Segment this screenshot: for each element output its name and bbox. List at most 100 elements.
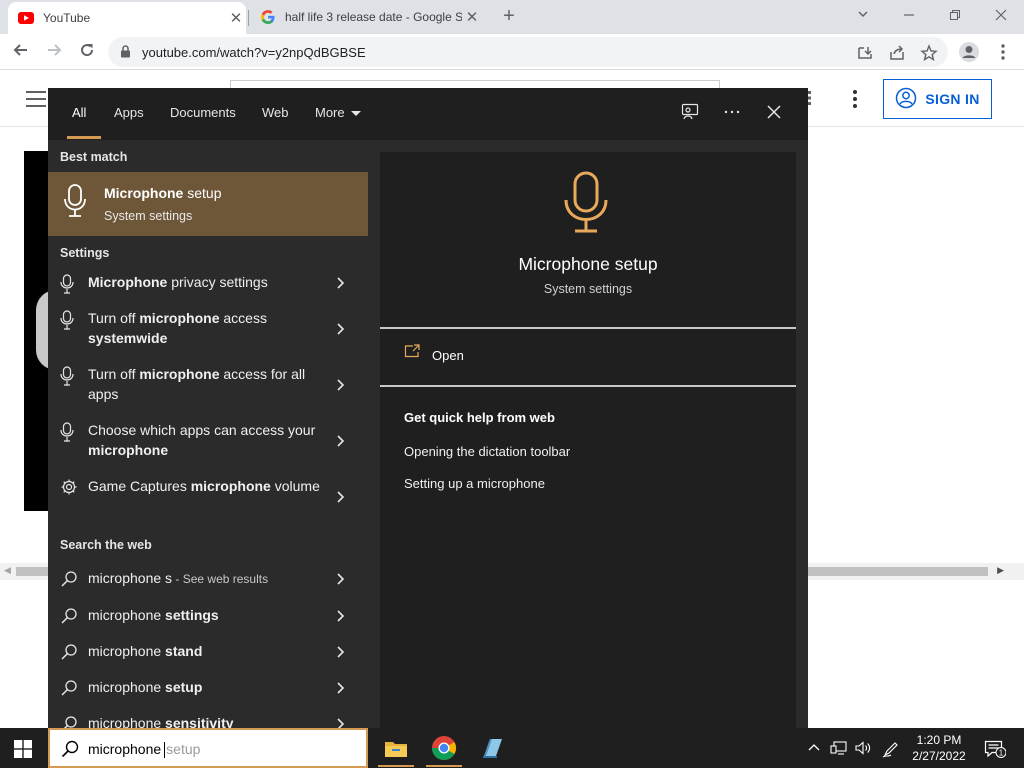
tab-search-icon[interactable] [848,4,878,28]
chevron-right-icon[interactable] [336,645,346,659]
restore-button[interactable] [940,4,970,28]
settings-result-label: Game Captures microphone volume [88,478,320,494]
chevron-right-icon[interactable] [336,276,346,290]
search-filter-tabs: All Apps Documents Web More [48,88,808,140]
feedback-icon[interactable] [680,102,704,126]
web-search-suggestion[interactable]: microphone sensitivity [48,713,368,728]
microphone-icon [562,170,610,241]
results-list: Best match Microphone setup System setti… [48,140,368,728]
tab-all[interactable]: All [72,105,86,120]
tab-youtube[interactable]: YouTube ✕ [8,2,246,34]
web-search-suggestion[interactable]: microphone settings [48,605,368,629]
chevron-right-icon[interactable] [336,717,346,728]
reload-button[interactable] [76,41,98,63]
web-suggestion-label: microphone setup [88,679,203,695]
close-panel-icon[interactable] [764,102,788,126]
account-circle-icon [895,87,917,112]
tab-apps[interactable]: Apps [114,105,144,120]
lock-icon[interactable] [120,45,131,63]
tab-google[interactable]: half life 3 release date - Google S ✕ [250,0,482,34]
best-match-header: Best match [60,150,128,164]
web-search-suggestion[interactable]: microphone s - See web results [48,568,368,592]
close-window-button[interactable] [986,4,1016,28]
chevron-right-icon[interactable] [336,322,346,336]
open-label: Open [432,348,464,363]
preview-title: Microphone setup [518,254,658,274]
share-icon[interactable] [888,44,906,62]
settings-result-item[interactable]: Turn off microphone access for all apps [48,364,368,408]
profile-avatar-icon[interactable] [958,41,980,63]
divider [380,385,796,387]
windows-search-panel: All Apps Documents Web More Best match M… [48,88,808,728]
network-icon[interactable] [830,740,847,756]
best-match-subtitle: System settings [104,209,193,223]
microphone-icon [60,310,76,330]
file-explorer-icon[interactable] [378,734,414,767]
chevron-right-icon[interactable] [336,434,346,448]
search-icon [60,715,77,728]
web-search-suggestion[interactable]: microphone setup [48,677,368,701]
chevron-right-icon[interactable] [336,681,346,695]
settings-result-item[interactable]: Choose which apps can access your microp… [48,420,368,464]
tab-more[interactable]: More [315,105,361,120]
preview-pane: Microphone setup System settings Open Ge… [380,152,796,728]
taskbar-search-input[interactable]: microphone setup [48,728,368,768]
chevron-right-icon[interactable] [336,378,346,392]
url-text: youtube.com/watch?v=y2npQdBGBSE [142,45,366,60]
tab-documents[interactable]: Documents [170,105,236,120]
system-clock[interactable]: 1:20 PM 2/27/2022 [908,732,970,764]
web-suggestion-label: microphone s - See web results [88,570,269,586]
app-icon[interactable] [478,734,506,762]
open-window-icon [404,344,420,361]
bookmark-star-icon[interactable] [920,44,938,62]
chevron-right-icon[interactable] [336,490,346,504]
best-match-item[interactable]: Microphone setup System settings [48,172,368,236]
search-web-header: Search the web [60,538,152,552]
gear-icon [60,478,77,498]
search-icon [60,570,77,590]
browser-toolbar: youtube.com/watch?v=y2npQdBGBSE [0,34,1024,70]
youtube-menu-icon[interactable] [26,91,46,112]
divider [380,327,796,329]
youtube-settings-dots-icon[interactable] [846,86,864,112]
clock-date: 2/27/2022 [912,749,966,763]
close-tab-icon[interactable]: ✕ [226,9,246,27]
settings-result-label: Turn off microphone access for all apps [88,366,306,402]
tab-web[interactable]: Web [262,105,289,120]
browser-menu-icon[interactable] [992,41,1014,63]
notification-count: 1 [999,749,1004,758]
chrome-icon[interactable] [426,734,462,767]
forward-button[interactable] [43,41,65,63]
best-match-title: Microphone setup [104,185,222,201]
chevron-down-icon [350,111,361,117]
search-icon [60,739,80,764]
settings-result-item[interactable]: Turn off microphone access systemwide [48,308,368,352]
chevron-right-icon[interactable] [336,609,346,623]
address-bar[interactable]: youtube.com/watch?v=y2npQdBGBSE [108,37,948,67]
new-tab-button[interactable]: + [498,6,520,28]
help-link-dictation[interactable]: Opening the dictation toolbar [404,444,570,459]
running-indicator [378,765,414,767]
close-tab-icon[interactable]: ✕ [462,8,482,26]
show-hidden-icons-icon[interactable] [806,740,822,756]
more-options-icon[interactable] [722,102,746,126]
settings-result-item[interactable]: Game Captures microphone volume [48,476,368,520]
microphone-icon [62,183,88,224]
microphone-icon [60,422,76,442]
install-app-icon[interactable] [856,44,874,62]
help-link-microphone[interactable]: Setting up a microphone [404,476,545,491]
text-caret [164,742,166,759]
minimize-button[interactable] [894,4,924,28]
back-button[interactable] [10,41,32,63]
scroll-left-icon[interactable]: ◀ [4,565,11,576]
chevron-right-icon[interactable] [336,572,346,586]
volume-icon[interactable] [854,740,871,756]
pen-icon[interactable] [882,740,898,758]
notifications-icon[interactable]: 1 [984,740,1007,763]
windows-start-icon[interactable] [14,740,32,763]
settings-result-item[interactable]: Microphone privacy settings [48,272,368,296]
sign-in-label: SIGN IN [925,91,980,107]
web-search-suggestion[interactable]: microphone stand [48,641,368,665]
sign-in-button[interactable]: SIGN IN [883,79,992,119]
scroll-right-icon[interactable]: ▶ [997,565,1004,576]
